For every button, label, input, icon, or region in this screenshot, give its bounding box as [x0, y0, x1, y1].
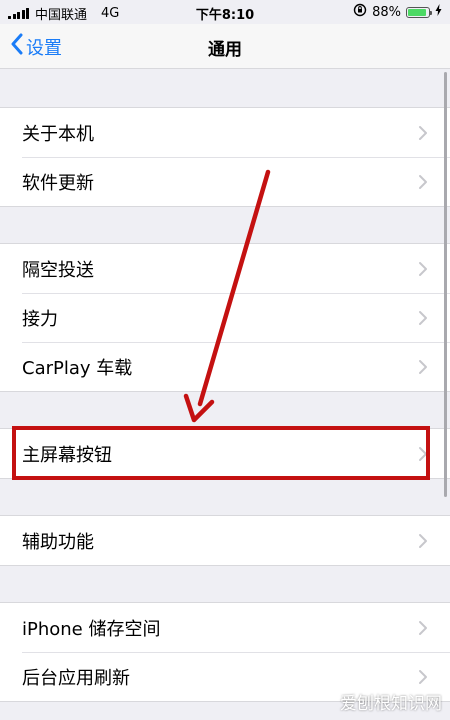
- list-item-handoff[interactable]: 接力: [0, 293, 450, 342]
- scroll-indicator[interactable]: [444, 72, 447, 497]
- list-item-label: iPhone 储存空间: [22, 618, 161, 640]
- orientation-lock-icon: [353, 3, 367, 21]
- chevron-right-icon: [419, 621, 427, 635]
- list-item-label: 接力: [22, 308, 58, 330]
- list-item-label: 软件更新: [22, 172, 94, 194]
- navigation-bar: 设置 通用: [0, 24, 450, 69]
- list-item-carplay[interactable]: CarPlay 车载: [0, 342, 450, 391]
- status-right: 88%: [353, 3, 442, 21]
- list-item-label: CarPlay 车载: [22, 357, 133, 379]
- list-item-label: 辅助功能: [22, 531, 94, 553]
- chevron-right-icon: [419, 360, 427, 374]
- list-item-label: 后台应用刷新: [22, 667, 130, 689]
- charging-icon: [435, 4, 442, 20]
- chevron-right-icon: [419, 534, 427, 548]
- highlight-box: [12, 426, 430, 480]
- watermark: 爱刨根知识网: [340, 694, 442, 714]
- settings-group-about: 关于本机 软件更新: [0, 107, 450, 207]
- chevron-right-icon: [419, 175, 427, 189]
- chevron-right-icon: [419, 670, 427, 684]
- list-item-about[interactable]: 关于本机: [0, 108, 450, 157]
- battery-percent: 88%: [372, 4, 401, 20]
- chevron-right-icon: [419, 262, 427, 276]
- chevron-right-icon: [419, 311, 427, 325]
- list-item-label: 隔空投送: [22, 259, 94, 281]
- page-title: 通用: [208, 40, 242, 60]
- status-bar: 中国联通 4G 下午8:10 88%: [0, 0, 450, 24]
- list-item-label: 关于本机: [22, 123, 94, 145]
- settings-group-accessibility: 辅助功能: [0, 515, 450, 566]
- list-item-software-update[interactable]: 软件更新: [0, 157, 450, 206]
- settings-group-connectivity: 隔空投送 接力 CarPlay 车载: [0, 243, 450, 392]
- chevron-right-icon: [419, 126, 427, 140]
- settings-group-storage: iPhone 储存空间 后台应用刷新: [0, 602, 450, 702]
- list-item-airdrop[interactable]: 隔空投送: [0, 244, 450, 293]
- list-item-accessibility[interactable]: 辅助功能: [0, 516, 450, 565]
- battery-icon: [406, 6, 432, 18]
- list-item-iphone-storage[interactable]: iPhone 储存空间: [0, 603, 450, 652]
